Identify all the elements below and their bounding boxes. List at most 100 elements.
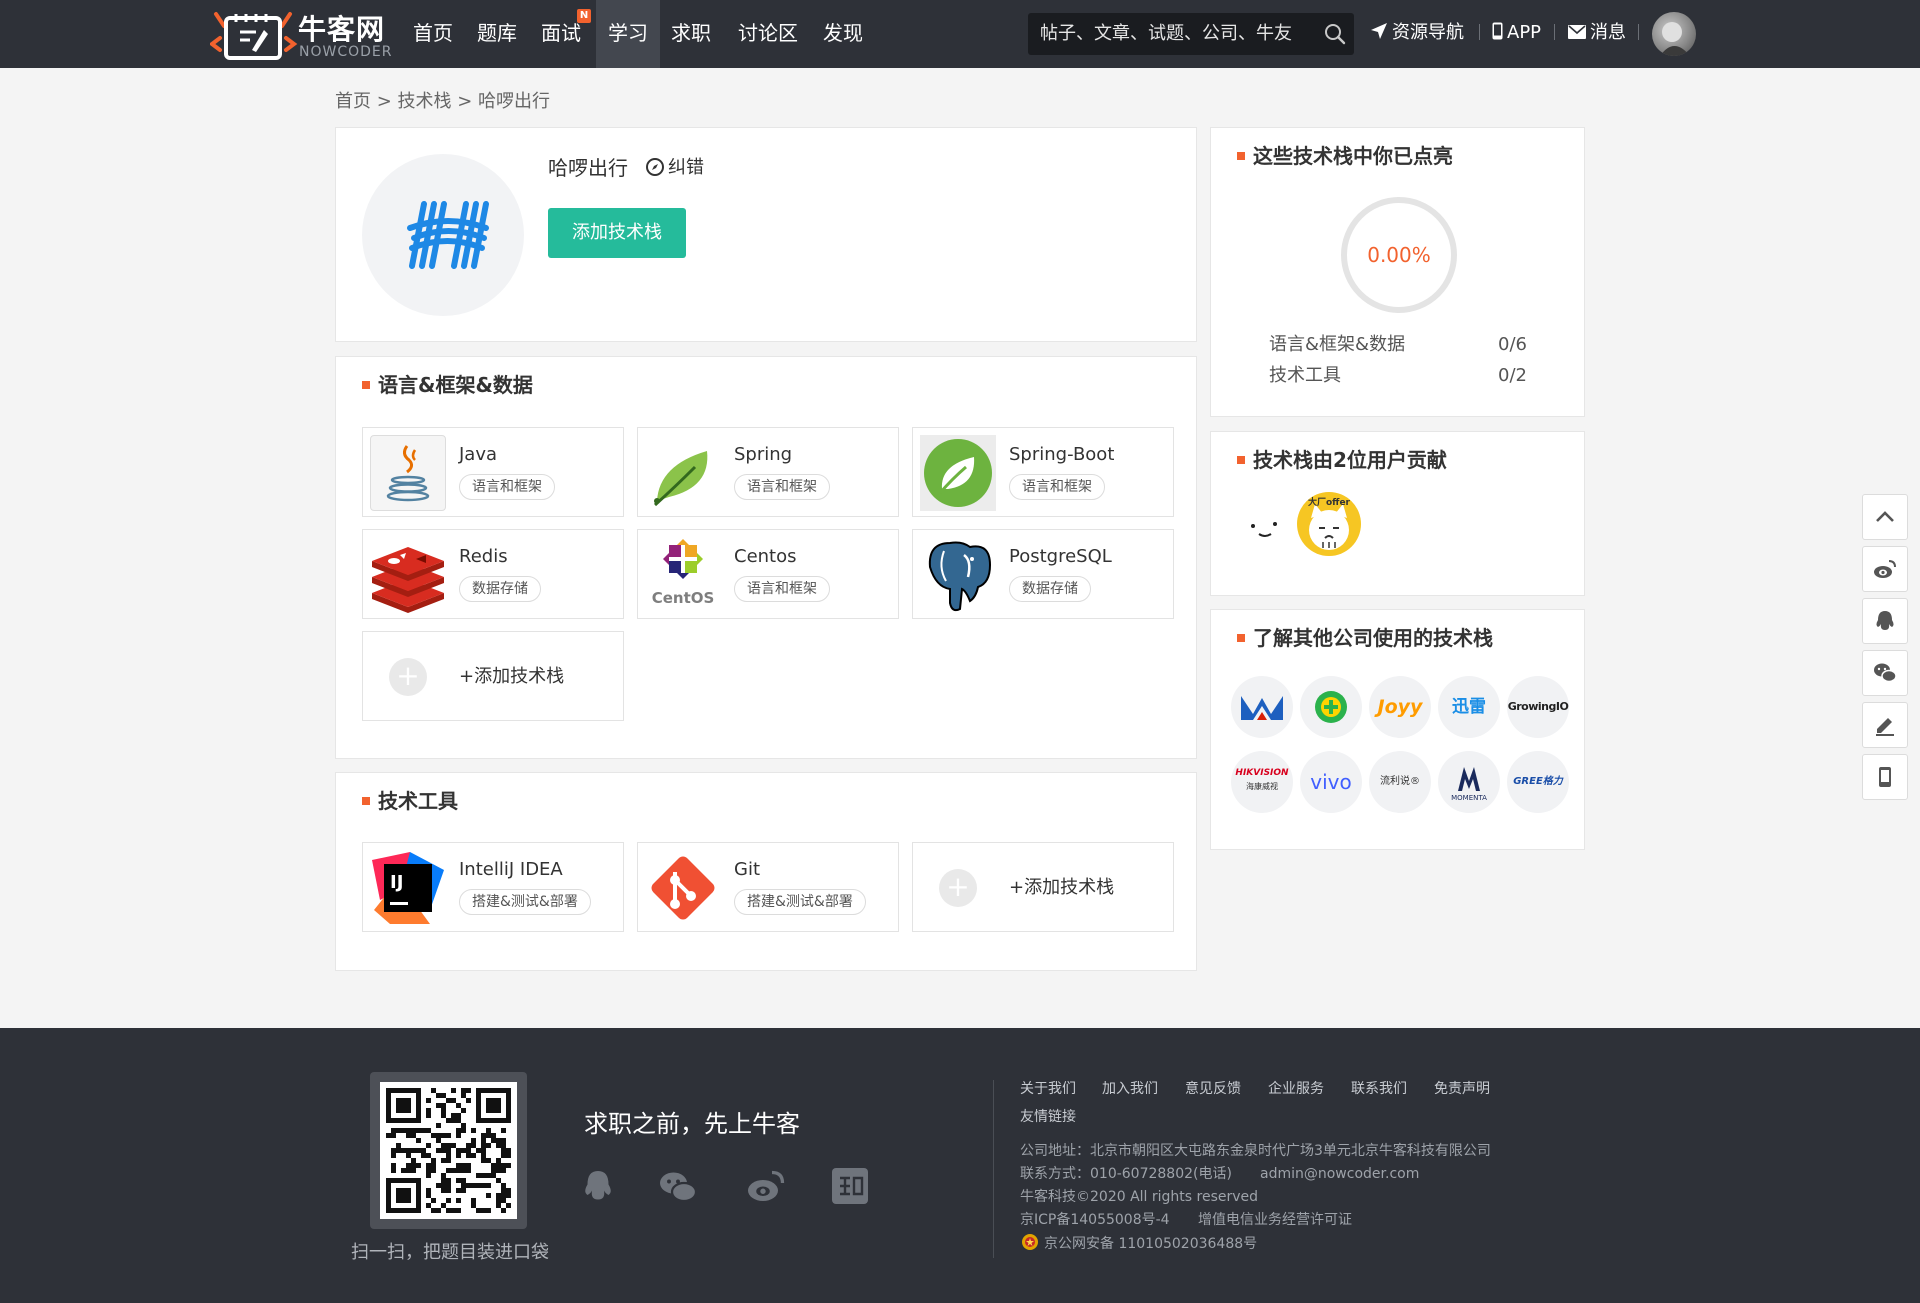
messages-link[interactable]: 消息 bbox=[1568, 0, 1626, 68]
company-logo-text: GREE格力 bbox=[1513, 776, 1563, 787]
back-to-top-button[interactable] bbox=[1862, 494, 1908, 540]
company-logo-text: Joyy bbox=[1377, 696, 1423, 718]
momenta-m-icon bbox=[1458, 767, 1480, 791]
feedback-edit-button[interactable] bbox=[1862, 702, 1908, 748]
nav-discussion[interactable]: 讨论区 bbox=[728, 0, 808, 68]
language-framework-section: 语言&框架&数据 Java 语言和框架 Spring 语言和框架 Spring-… bbox=[335, 356, 1197, 759]
redis-icon bbox=[370, 537, 446, 613]
company-logo-link[interactable] bbox=[1300, 676, 1362, 738]
cartoon-cat-icon: 大厂offer bbox=[1308, 496, 1351, 550]
footer bbox=[0, 1028, 1920, 1303]
nav-question-bank[interactable]: 题库 bbox=[468, 0, 526, 68]
company-logo-link[interactable]: vivo bbox=[1300, 751, 1362, 813]
spring-boot-icon bbox=[920, 435, 996, 511]
pencil-icon bbox=[1876, 718, 1894, 736]
company-logo-text: GrowingIO bbox=[1507, 700, 1569, 713]
weibo-icon bbox=[1874, 560, 1896, 578]
compass-icon bbox=[646, 158, 664, 176]
company-logo-link[interactable]: 迅雷 bbox=[1438, 676, 1500, 738]
footer-link-contact[interactable]: 联系我们 bbox=[1351, 1078, 1407, 1100]
zhihu-link[interactable] bbox=[832, 1168, 868, 1204]
phone-icon bbox=[1492, 22, 1503, 40]
search-input[interactable]: 帖子、文章、试题、公司、牛友 bbox=[1028, 13, 1354, 55]
nav-home[interactable]: 首页 bbox=[404, 0, 462, 68]
footer-link-about[interactable]: 关于我们 bbox=[1020, 1078, 1076, 1100]
resource-nav-link[interactable]: 资源导航 bbox=[1370, 0, 1464, 68]
tech-category-tag: 语言和框架 bbox=[459, 474, 555, 500]
wechat-icon bbox=[660, 1172, 698, 1203]
tech-item-intellij[interactable]: IJ IntelliJ IDEA 搭建&测试&部署 bbox=[362, 842, 624, 932]
messages-label: 消息 bbox=[1590, 22, 1626, 43]
share-wechat-button[interactable] bbox=[1862, 650, 1908, 696]
wechat-link[interactable] bbox=[658, 1168, 698, 1204]
company-logo-text: HIKVISION bbox=[1235, 768, 1289, 778]
footer-divider bbox=[993, 1080, 994, 1258]
add-tech-stack-card[interactable]: + +添加技术栈 bbox=[362, 631, 624, 721]
contributor-avatar[interactable]: 大厂offer bbox=[1297, 492, 1361, 556]
nowcoder-logo[interactable]: 牛客网 NOWCODER bbox=[208, 6, 396, 62]
share-weibo-button[interactable] bbox=[1862, 546, 1908, 592]
company-logo-link[interactable]: HIKVISION 海康威视 bbox=[1231, 751, 1293, 813]
add-tech-stack-card[interactable]: + +添加技术栈 bbox=[912, 842, 1174, 932]
tech-name: Java bbox=[459, 444, 498, 465]
tech-item-centos[interactable]: CentOS Centos 语言和框架 bbox=[637, 529, 899, 619]
plus-icon: + bbox=[389, 658, 427, 696]
breadcrumb[interactable]: 首页 > 技术栈 > 哈啰出行 bbox=[335, 88, 550, 116]
weibo-link[interactable] bbox=[746, 1168, 785, 1204]
footer-icp[interactable]: 京ICP备14055008号-4 bbox=[1020, 1209, 1170, 1231]
header-separator bbox=[1554, 24, 1555, 40]
company-logo-link[interactable] bbox=[1231, 676, 1293, 738]
java-icon bbox=[370, 435, 446, 511]
tech-item-redis[interactable]: Redis 数据存储 bbox=[362, 529, 624, 619]
qq-link[interactable] bbox=[580, 1168, 616, 1204]
footer-link-disclaimer[interactable]: 免责声明 bbox=[1434, 1078, 1490, 1100]
mobile-app-button[interactable] bbox=[1862, 754, 1908, 800]
svg-text:IJ: IJ bbox=[390, 872, 403, 893]
company-logo-link[interactable]: 流利说® bbox=[1369, 751, 1431, 813]
company-logo-link[interactable]: Joyy bbox=[1369, 676, 1431, 738]
chevron-up-icon bbox=[1876, 511, 1894, 522]
add-tech-stack-button[interactable]: 添加技术栈 bbox=[548, 208, 686, 258]
tech-category-tag: 搭建&测试&部署 bbox=[734, 889, 866, 915]
wechat-icon bbox=[1874, 663, 1897, 683]
user-avatar[interactable] bbox=[1652, 12, 1696, 56]
other-companies-card: 了解其他公司使用的技术栈 Joyy 迅雷 GrowingIO HIKVISION… bbox=[1210, 609, 1585, 850]
footer-police-label: 京公网安备 11010502036488号 bbox=[1044, 1236, 1258, 1252]
company-logo-link[interactable]: GrowingIO bbox=[1507, 676, 1569, 738]
footer-link-friends[interactable]: 友情链接 bbox=[1020, 1106, 1076, 1128]
footer-police[interactable]: 京公网安备 11010502036488号 bbox=[1020, 1232, 1257, 1255]
smiley-face-icon bbox=[1251, 522, 1277, 537]
tech-item-spring-boot[interactable]: Spring-Boot 语言和框架 bbox=[912, 427, 1174, 517]
search-icon[interactable] bbox=[1324, 23, 1346, 45]
share-qq-button[interactable] bbox=[1862, 598, 1908, 644]
tech-item-postgresql[interactable]: PostgreSQL 数据存储 bbox=[912, 529, 1174, 619]
logo-text: 牛客网 bbox=[298, 13, 386, 46]
app-link[interactable]: APP bbox=[1492, 0, 1541, 68]
svg-text:CentOS: CentOS bbox=[652, 589, 715, 607]
header-separator bbox=[1638, 24, 1639, 40]
contributor-avatar[interactable] bbox=[1231, 492, 1295, 556]
footer-link-join[interactable]: 加入我们 bbox=[1102, 1078, 1158, 1100]
company-logo-link[interactable]: GREE格力 bbox=[1507, 751, 1569, 813]
plus-icon: + bbox=[939, 869, 977, 907]
company-profile-card: 哈啰出行 纠错 添加技术栈 bbox=[335, 127, 1197, 342]
tech-item-java[interactable]: Java 语言和框架 bbox=[362, 427, 624, 517]
footer-link-enterprise[interactable]: 企业服务 bbox=[1268, 1078, 1324, 1100]
postgresql-icon bbox=[920, 537, 996, 613]
footer-email[interactable]: admin@nowcoder.com bbox=[1260, 1163, 1419, 1185]
correct-error-link[interactable]: 纠错 bbox=[646, 154, 704, 182]
tech-name: Spring bbox=[734, 444, 793, 465]
nav-learn[interactable]: 学习 bbox=[596, 0, 660, 68]
footer-link-feedback[interactable]: 意见反馈 bbox=[1185, 1078, 1241, 1100]
company-logo-link[interactable]: MOMENTA bbox=[1438, 751, 1500, 813]
nav-discover[interactable]: 发现 bbox=[814, 0, 872, 68]
hellobike-logo-icon bbox=[407, 201, 489, 269]
tools-section: 技术工具 IJ IntelliJ IDEA 搭建&测试&部署 Git 搭建&测试… bbox=[335, 772, 1197, 971]
stat-value: 0/6 bbox=[1498, 334, 1527, 355]
nav-jobs[interactable]: 求职 bbox=[662, 0, 720, 68]
tech-item-git[interactable]: Git 搭建&测试&部署 bbox=[637, 842, 899, 932]
logo-subtext: NOWCODER bbox=[299, 44, 393, 60]
footer-slogan: 求职之前，先上牛客 bbox=[584, 1110, 800, 1138]
footer-license[interactable]: 增值电信业务经营许可证 bbox=[1198, 1209, 1352, 1231]
tech-item-spring[interactable]: Spring 语言和框架 bbox=[637, 427, 899, 517]
